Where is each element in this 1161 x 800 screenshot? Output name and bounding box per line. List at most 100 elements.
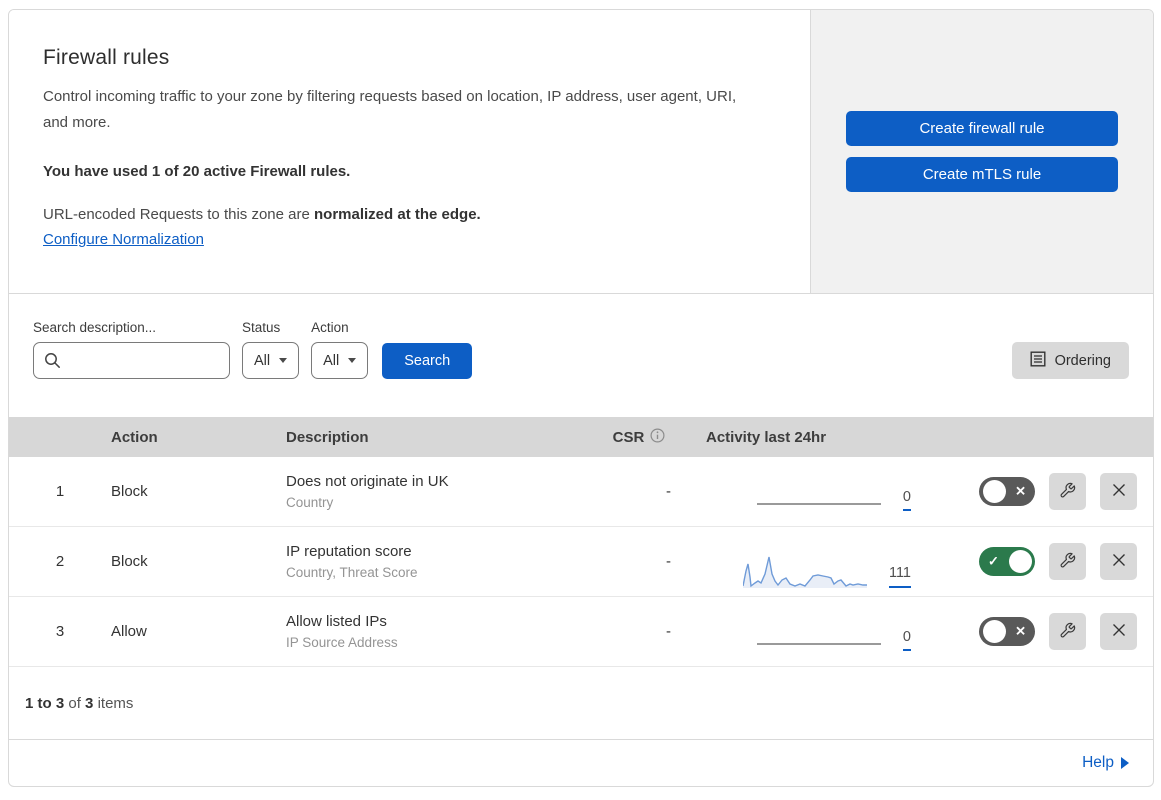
description-column-header: Description [286, 428, 369, 446]
rule-description-cell: IP reputation score Country, Threat Scor… [286, 543, 589, 580]
delete-rule-button[interactable] [1100, 613, 1137, 650]
pagination-items: items [97, 695, 134, 712]
rule-action: Block [111, 483, 148, 500]
rule-priority: 1 [55, 483, 65, 500]
activity-sparkline-flat [756, 503, 881, 506]
toggle-knob [982, 480, 1006, 503]
csr-column-header: CSR [589, 427, 689, 447]
rule-csr-value: - [666, 623, 671, 640]
rule-priority: 3 [55, 623, 65, 640]
rule-enabled-toggle[interactable]: ✕ [979, 477, 1035, 506]
activity-count-link[interactable]: 0 [902, 630, 911, 652]
firewall-rules-page: Firewall rules Control incoming traffic … [8, 9, 1154, 787]
help-row: Help [9, 739, 1153, 786]
rule-fields: Country [286, 495, 334, 510]
help-link-label: Help [1082, 754, 1114, 771]
wrench-icon [1059, 482, 1076, 502]
rule-fields: Country, Threat Score [286, 565, 418, 580]
table-row: 1 Block Does not originate in UK Country… [9, 457, 1153, 527]
status-select-value: All [254, 352, 271, 369]
status-select[interactable]: All [242, 342, 300, 379]
rule-action: Block [111, 553, 148, 570]
status-filter-group: Status All [242, 320, 300, 379]
pagination-range: 1 to 3 [25, 695, 65, 712]
search-field-wrap [33, 342, 230, 379]
rule-controls: ✕ [919, 613, 1153, 650]
ordering-button[interactable]: Ordering [1011, 342, 1129, 379]
filter-bar: Search description... Status All Action … [9, 294, 1153, 417]
rule-controls: ✓ [919, 543, 1153, 580]
edit-rule-button[interactable] [1049, 543, 1086, 580]
page-title: Firewall rules [43, 46, 170, 69]
rule-csr-value: - [666, 553, 671, 570]
activity-count-link[interactable]: 111 [888, 566, 911, 588]
wrench-icon [1059, 622, 1076, 642]
rule-description: Allow listed IPs [286, 613, 387, 630]
search-icon [44, 352, 61, 374]
rule-enabled-toggle[interactable]: ✓ [979, 547, 1035, 576]
pagination-total: 3 [85, 695, 94, 712]
chevron-right-icon [1121, 757, 1129, 769]
rule-csr-value: - [666, 483, 671, 500]
create-mtls-rule-button[interactable]: Create mTLS rule [846, 157, 1118, 192]
activity-sparkline-flat [756, 643, 881, 646]
close-icon [1111, 622, 1127, 641]
info-icon[interactable] [650, 427, 665, 447]
pagination-summary: 1 to 3 of 3 items [9, 667, 1153, 739]
rule-activity-cell: 111 [689, 554, 919, 588]
normalization-bold: normalized at the edge. [314, 205, 481, 223]
rule-priority: 2 [55, 553, 65, 570]
page-description: Control incoming traffic to your zone by… [43, 88, 737, 132]
rule-activity-cell: 0 [689, 490, 919, 512]
activity-column-header: Activity last 24hr [706, 428, 827, 446]
chevron-down-icon [348, 358, 357, 363]
close-icon [1111, 482, 1127, 501]
rule-description: Does not originate in UK [286, 473, 449, 490]
search-input[interactable] [33, 342, 230, 379]
rule-action: Allow [111, 623, 147, 640]
ordering-button-label: Ordering [1054, 352, 1111, 369]
rule-description: IP reputation score [286, 543, 412, 560]
usage-statement: You have used 1 of 20 active Firewall ru… [43, 162, 351, 180]
action-select-value: All [323, 352, 340, 369]
search-group: Search description... [33, 320, 230, 379]
action-column-header: Action [111, 428, 158, 446]
toggle-x-icon: ✕ [1015, 623, 1026, 639]
activity-sparkline-chart [742, 556, 867, 588]
configure-normalization-link[interactable]: Configure Normalization [43, 231, 204, 248]
help-link[interactable]: Help [1082, 754, 1129, 772]
activity-count-link[interactable]: 0 [902, 490, 911, 512]
pagination-of: of [68, 695, 81, 712]
delete-rule-button[interactable] [1100, 473, 1137, 510]
rule-description-cell: Does not originate in UK Country [286, 473, 589, 510]
csr-column-label: CSR [612, 428, 645, 446]
rule-fields: IP Source Address [286, 635, 398, 650]
delete-rule-button[interactable] [1100, 543, 1137, 580]
table-header-row: Action Description CSR Activity last 24h… [9, 417, 1153, 457]
rule-controls: ✕ [919, 473, 1153, 510]
toggle-check-icon: ✓ [988, 553, 999, 569]
normalization-statement: URL-encoded Requests to this zone are no… [43, 206, 780, 223]
rule-enabled-toggle[interactable]: ✕ [979, 617, 1035, 646]
search-button[interactable]: Search [382, 343, 473, 379]
status-label: Status [242, 320, 281, 335]
firewall-info-card: Firewall rules Control incoming traffic … [9, 10, 811, 293]
ordering-list-icon [1030, 351, 1046, 371]
action-select[interactable]: All [311, 342, 369, 379]
edit-rule-button[interactable] [1049, 613, 1086, 650]
table-row: 3 Allow Allow listed IPs IP Source Addre… [9, 597, 1153, 667]
chevron-down-icon [279, 358, 288, 363]
actions-panel: Create firewall rule Create mTLS rule [811, 10, 1153, 293]
toggle-knob [1008, 550, 1032, 573]
rule-description-cell: Allow listed IPs IP Source Address [286, 613, 589, 650]
edit-rule-button[interactable] [1049, 473, 1086, 510]
action-filter-group: Action All [311, 320, 369, 379]
action-label: Action [311, 320, 349, 335]
toggle-x-icon: ✕ [1015, 483, 1026, 499]
toggle-knob [982, 620, 1006, 643]
page-header-section: Firewall rules Control incoming traffic … [9, 10, 1153, 294]
create-firewall-rule-button[interactable]: Create firewall rule [846, 111, 1118, 146]
table-row: 2 Block IP reputation score Country, Thr… [9, 527, 1153, 597]
wrench-icon [1059, 552, 1076, 572]
normalization-prefix: URL-encoded Requests to this zone are [43, 205, 314, 223]
